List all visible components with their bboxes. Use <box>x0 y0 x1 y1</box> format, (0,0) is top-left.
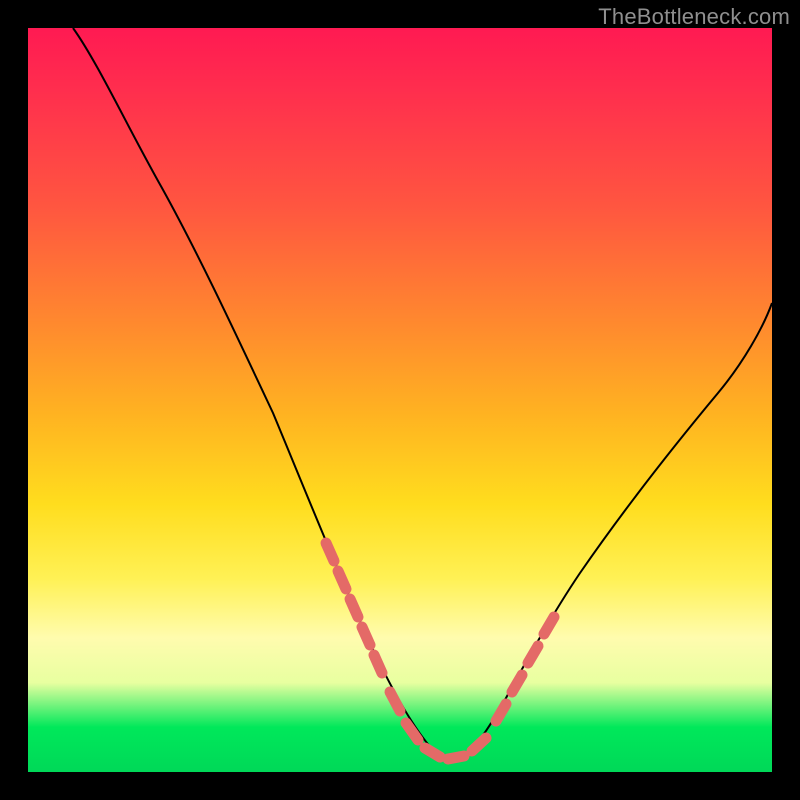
dash-seg <box>544 617 554 634</box>
dash-seg <box>472 738 486 751</box>
dash-seg <box>406 723 418 740</box>
chart-plot-area <box>28 28 772 772</box>
dash-seg <box>496 704 506 721</box>
dash-seg <box>326 543 334 561</box>
dash-seg <box>338 571 346 589</box>
dash-seg <box>374 655 382 673</box>
curve-svg <box>28 28 772 772</box>
highlight-dashes <box>326 543 554 759</box>
dash-seg <box>425 748 440 757</box>
bottleneck-curve <box>73 28 772 759</box>
dash-seg <box>390 692 400 711</box>
watermark-text: TheBottleneck.com <box>598 4 790 30</box>
dash-seg <box>350 599 358 617</box>
dash-seg <box>362 627 370 645</box>
dash-seg <box>528 646 538 663</box>
dash-seg <box>512 675 522 692</box>
chart-frame: TheBottleneck.com <box>0 0 800 800</box>
dash-seg <box>448 756 464 759</box>
